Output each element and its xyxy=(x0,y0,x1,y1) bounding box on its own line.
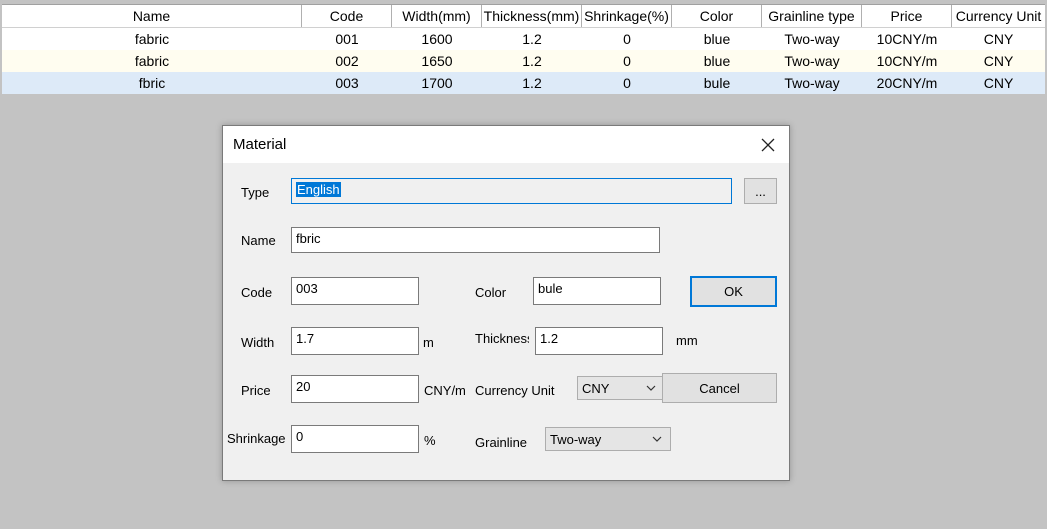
price-label: Price xyxy=(241,383,271,398)
table-cell: fabric xyxy=(134,31,170,47)
table-cell: 1600 xyxy=(421,31,453,47)
table-cell: CNY xyxy=(983,31,1014,47)
code-input[interactable]: 003 xyxy=(291,277,419,305)
color-input[interactable]: bule xyxy=(533,277,661,305)
table-row[interactable]: fabric 002 1650 1.2 0 blue Two-way 10CNY… xyxy=(2,50,1045,72)
thickness-unit: mm xyxy=(676,333,698,348)
table-header: Name Code Width(mm) Thickness(mm) Shrink… xyxy=(2,5,1045,28)
ok-button[interactable]: OK xyxy=(690,276,777,307)
currency-unit-label: Currency Unit xyxy=(475,383,555,398)
table-cell: CNY xyxy=(983,53,1014,69)
table-cell: 10CNY/m xyxy=(876,53,938,69)
header-currency-unit[interactable]: Currency Unit xyxy=(952,5,1045,27)
close-icon xyxy=(761,138,775,152)
grainline-select[interactable]: Two-way xyxy=(545,427,671,451)
table-cell: bule xyxy=(703,75,731,91)
type-value: English xyxy=(296,182,341,197)
table-row[interactable]: fabric 001 1600 1.2 0 blue Two-way 10CNY… xyxy=(2,28,1045,50)
table-cell: 0 xyxy=(623,75,631,91)
table-cell: fabric xyxy=(134,53,170,69)
chevron-down-icon xyxy=(652,436,662,442)
type-field[interactable]: English xyxy=(291,178,732,204)
name-label: Name xyxy=(241,233,276,248)
name-input[interactable]: fbric xyxy=(291,227,660,253)
width-unit: m xyxy=(423,335,434,350)
shrinkage-input[interactable]: 0 xyxy=(291,425,419,453)
table-cell: 1650 xyxy=(421,53,453,69)
table-cell: 1.2 xyxy=(522,31,542,47)
color-label: Color xyxy=(475,285,507,300)
table-cell: 20CNY/m xyxy=(876,75,938,91)
currency-unit-select[interactable]: CNY xyxy=(577,376,665,400)
table-cell: 1.2 xyxy=(522,53,542,69)
header-width[interactable]: Width(mm) xyxy=(392,5,482,27)
type-label: Type xyxy=(241,185,270,200)
currency-unit-value: CNY xyxy=(582,380,610,396)
browse-button[interactable]: ... xyxy=(744,178,777,204)
table-cell: Two-way xyxy=(784,75,840,91)
shrinkage-unit: % xyxy=(424,433,436,448)
table-cell: 1700 xyxy=(421,75,453,91)
materials-table: Name Code Width(mm) Thickness(mm) Shrink… xyxy=(2,4,1045,94)
table-cell: Two-way xyxy=(784,53,840,69)
thickness-input[interactable]: 1.2 xyxy=(535,327,663,355)
material-dialog: Material Type English ... Name fbric Cod… xyxy=(222,125,790,481)
header-code[interactable]: Code xyxy=(302,5,392,27)
cancel-button[interactable]: Cancel xyxy=(662,373,777,403)
table-cell: 10CNY/m xyxy=(876,31,938,47)
table-cell: blue xyxy=(703,31,731,47)
header-grainline[interactable]: Grainline type xyxy=(762,5,862,27)
table-row-selected[interactable]: fbric 003 1700 1.2 0 bule Two-way 20CNY/… xyxy=(2,72,1045,94)
table-cell: 002 xyxy=(335,53,359,69)
table-cell: blue xyxy=(703,53,731,69)
header-name[interactable]: Name xyxy=(2,5,302,27)
dialog-title: Material xyxy=(233,136,287,153)
width-label: Width xyxy=(241,335,275,350)
table-cell: 0 xyxy=(623,31,631,47)
close-button[interactable] xyxy=(755,132,781,158)
header-price[interactable]: Price xyxy=(862,5,952,27)
grainline-label: Grainline xyxy=(475,435,528,450)
price-unit: CNY/m xyxy=(424,383,466,398)
thickness-label: Thickness xyxy=(475,331,529,346)
dialog-titlebar[interactable]: Material xyxy=(223,126,789,163)
table-cell: CNY xyxy=(983,75,1014,91)
shrinkage-label: Shrinkage xyxy=(227,431,286,446)
header-shrinkage[interactable]: Shrinkage(%) xyxy=(582,5,672,27)
header-color[interactable]: Color xyxy=(672,5,762,27)
table-cell: 003 xyxy=(335,75,359,91)
table-cell: fbric xyxy=(138,75,166,91)
table-cell: Two-way xyxy=(784,31,840,47)
grainline-value: Two-way xyxy=(550,431,602,447)
table-cell: 0 xyxy=(623,53,631,69)
price-input[interactable]: 20 xyxy=(291,375,419,403)
table-cell: 1.2 xyxy=(522,75,542,91)
header-thickness[interactable]: Thickness(mm) xyxy=(482,5,582,27)
chevron-down-icon xyxy=(646,385,656,391)
width-input[interactable]: 1.7 xyxy=(291,327,419,355)
table-cell: 001 xyxy=(335,31,359,47)
code-label: Code xyxy=(241,285,273,300)
